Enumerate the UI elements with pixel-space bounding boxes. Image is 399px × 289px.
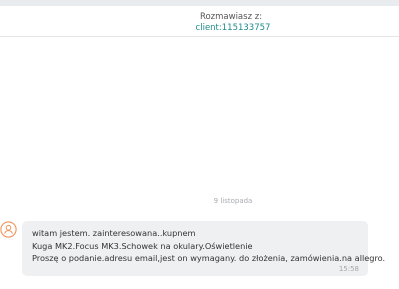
user-icon [0, 221, 17, 238]
message-line: Proszę o podanie.adresu email,jest on wy… [32, 253, 386, 263]
conversation-header: Rozmawiasz z: client:115133757 [0, 6, 399, 37]
date-separator: 9 listopada [213, 197, 253, 205]
message-line: Kuga MK2.Focus MK3.Schowek na okulary.Oś… [32, 241, 253, 251]
message-timestamp: 15:58 [338, 265, 359, 273]
conversation-label: Rozmawiasz z: [199, 12, 263, 22]
message-bubble: witam jestem. zainteresowana..kupnem Kug… [22, 221, 385, 276]
message-line: witam jestem. zainteresowana..kupnem [32, 228, 196, 238]
client-link[interactable]: client:115133757 [0, 23, 399, 33]
